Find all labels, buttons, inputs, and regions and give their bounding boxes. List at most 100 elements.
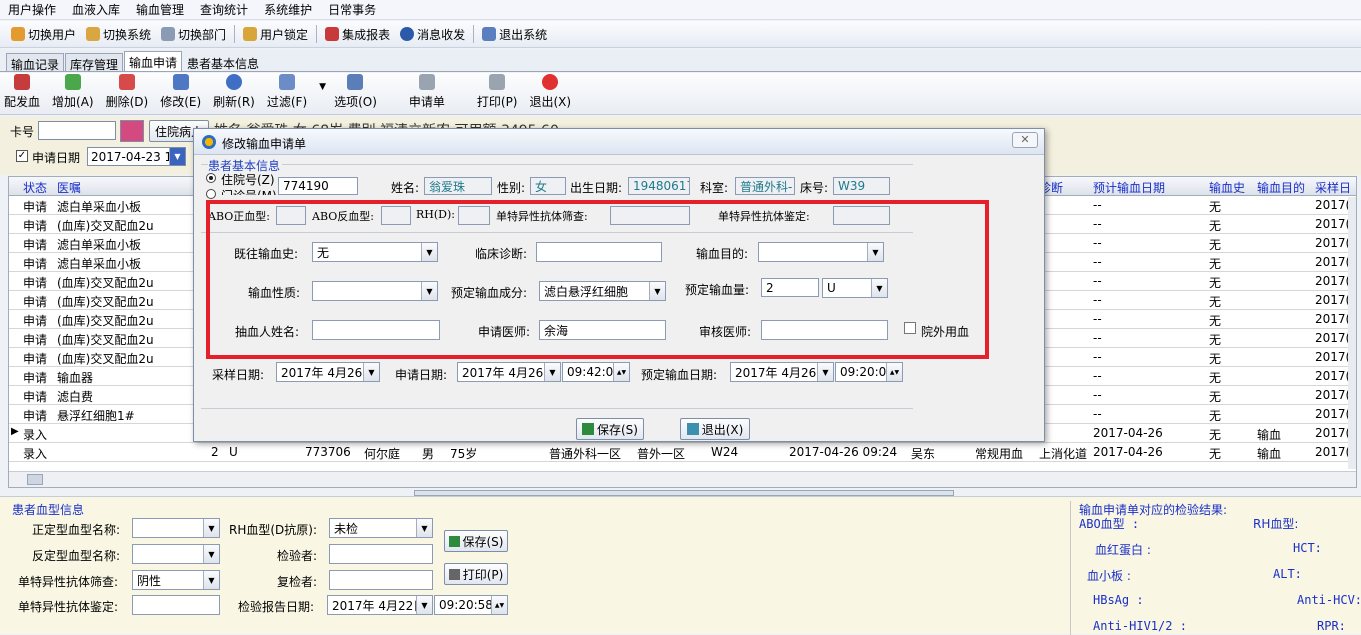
- report-time-input[interactable]: 09:20:58 ▲▼: [434, 595, 508, 615]
- switch-dept-button[interactable]: 切换部门: [156, 26, 231, 43]
- plan-date-picker[interactable]: 2017年 4月26日 ▼: [730, 362, 834, 382]
- tab-patient-info[interactable]: 患者基本信息: [183, 53, 263, 71]
- print-button[interactable]: 打印(P): [477, 74, 518, 110]
- menu-user-ops[interactable]: 用户操作: [0, 1, 64, 18]
- table-cell: 无: [1209, 257, 1222, 271]
- plan-time-input[interactable]: 09:20:00 ▲▼: [835, 362, 903, 382]
- message-button[interactable]: 消息收发: [395, 26, 470, 43]
- table-cell: 2017(: [1315, 331, 1351, 345]
- exit-button[interactable]: 退出(X): [530, 74, 571, 110]
- scrollbar-thumb[interactable]: [27, 474, 43, 485]
- options-button[interactable]: 选项(O): [334, 74, 377, 110]
- table-cell: 滤白单采血小板: [57, 238, 142, 252]
- report-date-picker[interactable]: 2017年 4月22日 ▼: [327, 595, 433, 615]
- table-cell: 申请: [23, 257, 48, 271]
- col-purpose[interactable]: 输血目的: [1257, 179, 1305, 196]
- ident-input[interactable]: [132, 595, 220, 615]
- table-cell: (血库)交叉配血2u: [57, 314, 154, 328]
- col-history[interactable]: 输血史: [1209, 179, 1245, 196]
- lower-print-button[interactable]: 打印(P): [444, 563, 508, 585]
- col-planned-date[interactable]: 预计输血日期: [1093, 179, 1165, 196]
- add-button[interactable]: 增加(A): [52, 74, 94, 110]
- table-cell: 无: [1209, 390, 1222, 404]
- dialog-save-button[interactable]: 保存(S): [576, 418, 644, 440]
- table-cell: 申请: [23, 371, 48, 385]
- apply-date-picker[interactable]: 2017-04-23 16 ▼: [87, 147, 186, 166]
- vertical-scrollbar[interactable]: [1348, 197, 1356, 469]
- tab-transfusion-record[interactable]: 输血记录: [6, 53, 65, 72]
- divider: [201, 408, 913, 409]
- sample-date-picker[interactable]: 2017年 4月26日 ▼: [276, 362, 380, 382]
- table-cell: 2017(: [1315, 217, 1351, 231]
- col-sample[interactable]: 采样日: [1315, 179, 1351, 196]
- refresh-button[interactable]: 刷新(R): [213, 74, 255, 110]
- apply-toolbar: 配发血 增加(A) 删除(D) 修改(E) 刷新(R) 过滤(F) ▼ 选项(O…: [0, 73, 1361, 115]
- table-cell: 申请: [23, 314, 48, 328]
- pos-type-label: 正定型血型名称:: [32, 523, 121, 537]
- card-input[interactable]: [38, 121, 116, 140]
- menu-daily[interactable]: 日常事务: [320, 1, 384, 18]
- table-cell: 申请: [23, 200, 48, 214]
- lock-user-button[interactable]: 用户锁定: [238, 26, 313, 43]
- inpatient-radio[interactable]: [206, 173, 216, 183]
- menu-query[interactable]: 查询统计: [192, 1, 256, 18]
- patient-id-input[interactable]: 774190: [278, 177, 358, 195]
- neg-type-select[interactable]: ▼: [132, 544, 220, 564]
- rh-select[interactable]: 未检 ▼: [329, 518, 433, 538]
- menu-blood-in[interactable]: 血液入库: [64, 1, 128, 18]
- tab-inventory[interactable]: 库存管理: [65, 53, 124, 72]
- table-cell: 滤白单采血小板: [57, 257, 142, 271]
- spinner-icon: ▲▼: [491, 596, 507, 614]
- dept-label: 科室:: [700, 181, 729, 195]
- anti-hiv-label: Anti-HIV1/2 :: [1093, 619, 1187, 633]
- results-panel: 输血申请单对应的检验结果: ABO血型 : RH血型: 血红蛋白 : HCT: …: [1070, 501, 1361, 635]
- switch-user-button[interactable]: 切换用户: [6, 26, 81, 43]
- exit-system-button[interactable]: 退出系统: [477, 26, 552, 43]
- card-reader-icon[interactable]: [120, 120, 144, 142]
- switch-system-button[interactable]: 切换系统: [81, 26, 156, 43]
- table-row[interactable]: 2 U 773706 何尔庭 男 75岁 普通外科一区 普外一区 W24 201…: [9, 443, 1356, 462]
- col-order[interactable]: 医嘱: [57, 179, 81, 196]
- table-cell: --: [1093, 369, 1102, 383]
- edit-button[interactable]: 修改(E): [160, 74, 201, 110]
- menu-transfusion[interactable]: 输血管理: [128, 1, 192, 18]
- chevron-down-icon: ▼: [416, 519, 432, 537]
- delete-button[interactable]: 删除(D): [106, 74, 148, 110]
- menu-system[interactable]: 系统维护: [256, 1, 320, 18]
- dispense-button[interactable]: 配发血: [4, 74, 40, 110]
- filter-dropdown[interactable]: ▼: [319, 82, 326, 110]
- horizontal-scrollbar[interactable]: [9, 471, 1356, 487]
- outpatient-radio[interactable]: [206, 189, 216, 199]
- checker-input[interactable]: [329, 544, 433, 564]
- table-cell: --: [1093, 388, 1102, 402]
- table-cell: 2017(: [1315, 198, 1351, 212]
- table-cell: 申请: [23, 295, 48, 309]
- screen-select[interactable]: 阴性 ▼: [132, 570, 220, 590]
- table-cell: 申请: [23, 409, 48, 423]
- lower-save-button[interactable]: 保存(S): [444, 530, 508, 552]
- dialog-exit-button[interactable]: 退出(X): [680, 418, 750, 440]
- hct-label: HCT:: [1293, 541, 1322, 555]
- table-cell: 申请: [23, 390, 48, 404]
- close-icon[interactable]: ✕: [1012, 132, 1038, 148]
- pos-type-select[interactable]: ▼: [132, 518, 220, 538]
- alt-label: ALT:: [1273, 567, 1302, 581]
- chevron-down-icon: ▼: [319, 82, 327, 92]
- apply-form-button[interactable]: 申请单: [409, 74, 445, 110]
- apply-date-picker[interactable]: 2017年 4月26日 ▼: [457, 362, 561, 382]
- filter-button[interactable]: 过滤(F): [267, 74, 307, 110]
- apply-time-input[interactable]: 09:42:06 ▲▼: [562, 362, 630, 382]
- col-status[interactable]: 状态: [23, 179, 47, 196]
- abo-result-label: ABO血型 :: [1079, 517, 1140, 531]
- exit-icon: [482, 27, 497, 41]
- tab-transfusion-apply[interactable]: 输血申请: [124, 51, 183, 71]
- section-title: 患者血型信息: [12, 503, 85, 517]
- apply-date-checkbox[interactable]: ✓: [16, 150, 28, 162]
- dept-field: 普通外科-: [735, 177, 795, 195]
- rechecker-input[interactable]: [329, 570, 433, 590]
- table-cell: --: [1093, 274, 1102, 288]
- highlight-box: [206, 200, 989, 359]
- platelet-label: 血小板 :: [1087, 569, 1131, 583]
- anti-hcv-label: Anti-HCV:: [1297, 593, 1361, 607]
- report-button[interactable]: 集成报表: [320, 26, 395, 43]
